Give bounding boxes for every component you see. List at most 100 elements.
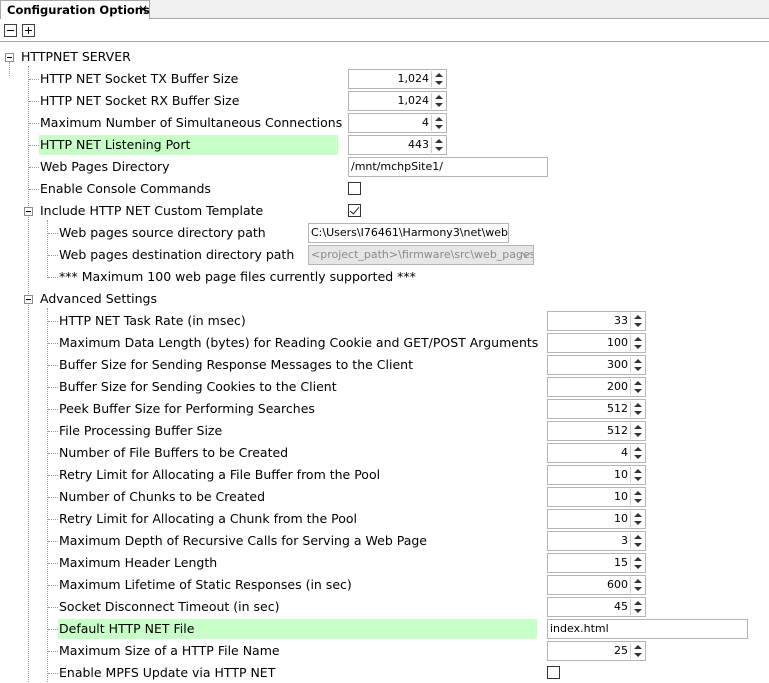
tree-branch	[29, 145, 39, 146]
max-recursion-depth-value: 3	[621, 534, 628, 547]
label-max-filename: Maximum Size of a HTTP File Name	[59, 643, 280, 658]
toolbar-divider	[0, 41, 769, 42]
task-rate-spinner[interactable]: 33	[547, 311, 646, 331]
tree-branch	[48, 497, 58, 498]
tree-branch	[48, 343, 58, 344]
spinner-arrows-icon[interactable]	[630, 401, 644, 417]
max-lifetime-spinner[interactable]: 600	[547, 575, 646, 595]
file-buffer-spinner[interactable]: 512	[547, 421, 646, 441]
label-destination-path: Web pages destination directory path	[59, 247, 295, 262]
spinner-arrows-icon[interactable]	[630, 577, 644, 593]
label-peek-buffer: Peek Buffer Size for Performing Searches	[59, 401, 315, 416]
cookie-buffer-spinner[interactable]: 200	[547, 377, 646, 397]
spinner-arrows-icon[interactable]	[630, 599, 644, 615]
tree-branch	[48, 585, 58, 586]
spinner-arrows-icon[interactable]	[630, 379, 644, 395]
tree-branch	[48, 629, 58, 630]
max-filename-spinner[interactable]: 25	[547, 641, 646, 661]
tree-line	[9, 62, 10, 76]
label-num-file-buffers: Number of File Buffers to be Created	[59, 445, 289, 460]
response-buffer-value: 300	[607, 358, 628, 371]
listening-port-spinner[interactable]: 443	[348, 135, 447, 155]
disconnect-timeout-value: 45	[614, 600, 628, 613]
num-chunks-value: 10	[614, 490, 628, 503]
peek-buffer-value: 512	[607, 402, 628, 415]
close-icon[interactable]: ×	[138, 2, 148, 16]
collapse-all-button[interactable]	[4, 24, 17, 37]
spinner-arrows-icon[interactable]	[630, 335, 644, 351]
tree-branch	[29, 101, 39, 102]
spinner-arrows-icon[interactable]	[630, 445, 644, 461]
spinner-arrows-icon[interactable]	[630, 555, 644, 571]
tree-branch	[29, 79, 39, 80]
tree-branch	[48, 365, 58, 366]
spinner-arrows-icon[interactable]	[630, 467, 644, 483]
default-file-input[interactable]: index.html	[547, 619, 748, 639]
spinner-arrows-icon[interactable]	[630, 511, 644, 527]
tree-branch	[48, 321, 58, 322]
max-header-length-value: 15	[614, 556, 628, 569]
retry-chunk-spinner[interactable]: 10	[547, 509, 646, 529]
rx-buffer-value: 1,024	[397, 94, 430, 107]
destination-path-combo[interactable]: <project_path>\firmware\src\web_pages	[308, 245, 534, 265]
tree-branch	[29, 123, 39, 124]
max-connections-spinner[interactable]: 4	[348, 113, 447, 133]
spinner-arrows-icon[interactable]	[431, 115, 445, 131]
num-file-buffers-spinner[interactable]: 4	[547, 443, 646, 463]
max-header-length-spinner[interactable]: 15	[547, 553, 646, 573]
label-max-files-note: *** Maximum 100 web page files currently…	[59, 269, 416, 284]
tree-branch	[48, 673, 58, 674]
label-mpfs-update: Enable MPFS Update via HTTP NET	[59, 665, 276, 680]
spinner-arrows-icon[interactable]	[431, 93, 445, 109]
label-max-header-length: Maximum Header Length	[59, 555, 218, 570]
spinner-arrows-icon[interactable]	[630, 489, 644, 505]
max-recursion-depth-spinner[interactable]: 3	[547, 531, 646, 551]
cookie-buffer-value: 200	[607, 380, 628, 393]
source-path-input[interactable]: C:\Users\I76461\Harmony3\net\web_pa	[308, 223, 509, 243]
label-rx-buffer: HTTP NET Socket RX Buffer Size	[40, 93, 240, 108]
label-listening-port: HTTP NET Listening Port	[39, 135, 338, 155]
expander-advanced-settings[interactable]	[24, 295, 33, 304]
label-advanced-settings: Advanced Settings	[40, 291, 157, 306]
label-console-commands: Enable Console Commands	[40, 181, 211, 196]
label-max-connections: Maximum Number of Simultaneous Connectio…	[40, 115, 343, 130]
tree-branch	[48, 409, 58, 410]
expand-all-button[interactable]	[22, 24, 35, 37]
spinner-arrows-icon[interactable]	[630, 643, 644, 659]
web-pages-directory-input[interactable]: /mnt/mchpSite1/	[348, 157, 548, 177]
tree-branch	[48, 541, 58, 542]
disconnect-timeout-spinner[interactable]: 45	[547, 597, 646, 617]
spinner-arrows-icon[interactable]	[630, 357, 644, 373]
tree-branch	[48, 519, 58, 520]
label-default-file: Default HTTP NET File	[58, 619, 537, 639]
expander-root[interactable]	[5, 53, 14, 62]
num-chunks-spinner[interactable]: 10	[547, 487, 646, 507]
max-data-length-value: 100	[607, 336, 628, 349]
max-data-length-spinner[interactable]: 100	[547, 333, 646, 353]
label-retry-file-buffer: Retry Limit for Allocating a File Buffer…	[59, 467, 381, 482]
label-cookie-buffer: Buffer Size for Sending Cookies to the C…	[59, 379, 337, 394]
console-commands-checkbox[interactable]	[348, 182, 361, 195]
custom-template-checkbox[interactable]	[348, 204, 361, 217]
label-retry-chunk: Retry Limit for Allocating a Chunk from …	[59, 511, 357, 526]
label-disconnect-timeout: Socket Disconnect Timeout (in sec)	[59, 599, 280, 614]
peek-buffer-spinner[interactable]: 512	[547, 399, 646, 419]
rx-buffer-spinner[interactable]: 1,024	[348, 91, 447, 111]
spinner-arrows-icon[interactable]	[630, 313, 644, 329]
expander-custom-template[interactable]	[24, 207, 33, 216]
tree-root-label: HTTPNET SERVER	[21, 49, 131, 64]
file-buffer-value: 512	[607, 424, 628, 437]
retry-chunk-value: 10	[614, 512, 628, 525]
tab-bar: Configuration Options ×	[0, 0, 769, 19]
response-buffer-spinner[interactable]: 300	[547, 355, 646, 375]
mpfs-update-checkbox[interactable]	[547, 666, 560, 679]
spinner-arrows-icon[interactable]	[630, 533, 644, 549]
label-max-data-length: Maximum Data Length (bytes) for Reading …	[59, 335, 539, 350]
tree-branch	[48, 651, 58, 652]
spinner-arrows-icon[interactable]	[431, 71, 445, 87]
spinner-arrows-icon[interactable]	[431, 137, 445, 153]
tab-configuration-options[interactable]: Configuration Options ×	[0, 0, 150, 19]
tx-buffer-spinner[interactable]: 1,024	[348, 69, 447, 89]
spinner-arrows-icon[interactable]	[630, 423, 644, 439]
retry-file-buffer-spinner[interactable]: 10	[547, 465, 646, 485]
